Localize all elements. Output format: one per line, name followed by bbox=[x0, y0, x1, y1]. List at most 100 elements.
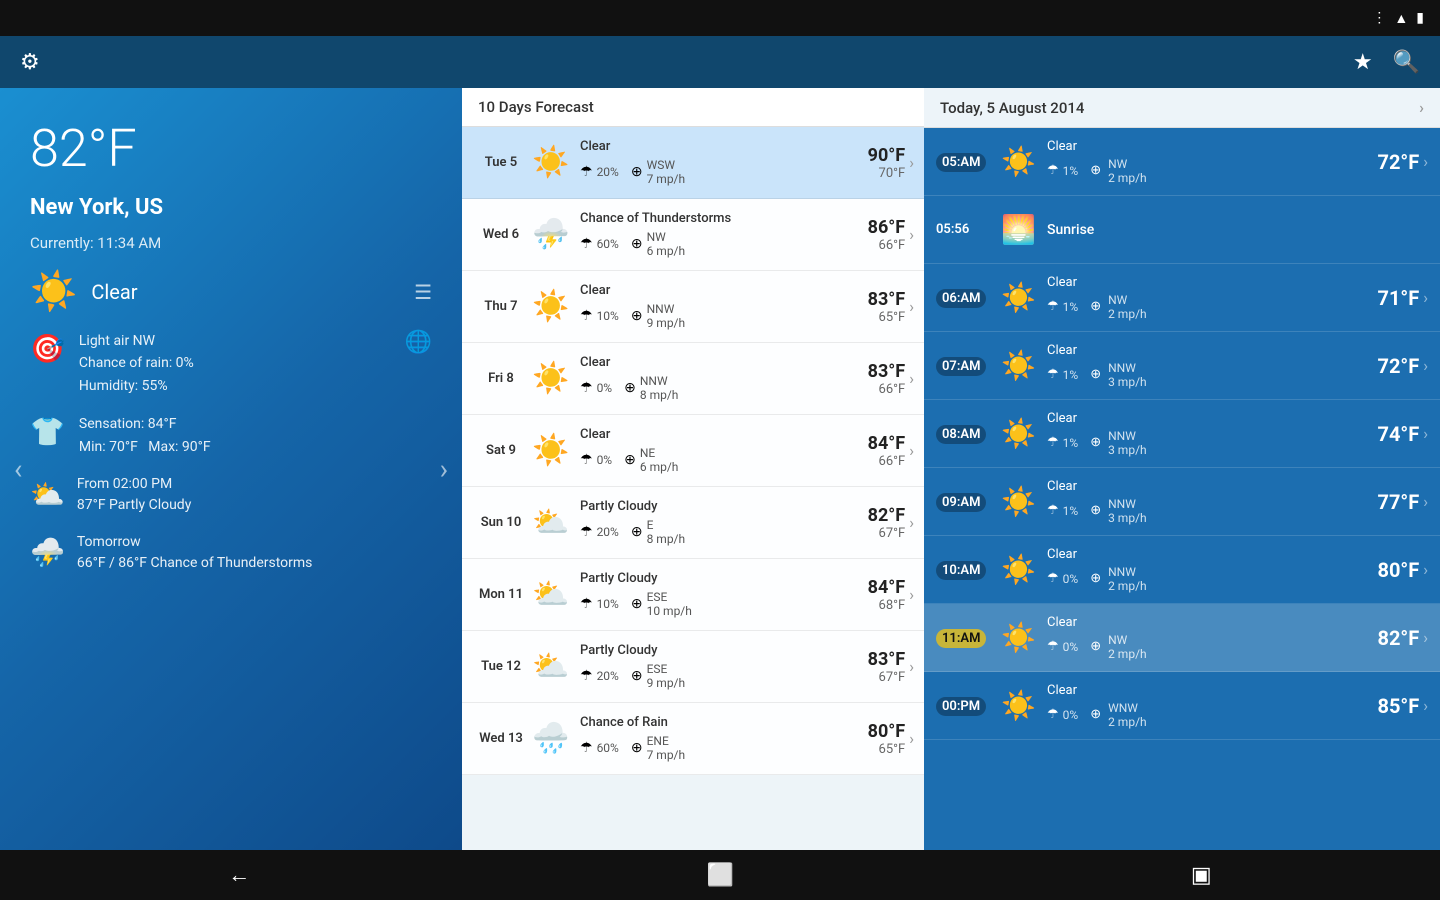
wind-icon: ⊕ bbox=[631, 740, 643, 756]
day-label: Sun 10 bbox=[472, 515, 530, 530]
forecast-desc: Partly Cloudy ☂ 10% ⊕ ESE10 mp/h bbox=[572, 571, 835, 618]
hourly-panel: Today, 5 August 2014 › 05:AM ☀️ Clear ☂ … bbox=[924, 88, 1440, 850]
hourly-expand-icon[interactable]: › bbox=[1419, 98, 1424, 117]
forecast-weather-icon: ⛅ bbox=[530, 505, 572, 540]
hourly-wind-icon: ⊕ bbox=[1090, 503, 1101, 518]
forecast-desc: Clear ☂ 10% ⊕ NNW9 mp/h bbox=[572, 283, 835, 330]
hourly-item[interactable]: 11:AM ☀️ Clear ☂ 0% ⊕ NW 2 mp/h 82°F › bbox=[924, 604, 1440, 672]
hourly-item[interactable]: 05:AM ☀️ Clear ☂ 1% ⊕ NW 2 mp/h 72°F › bbox=[924, 128, 1440, 196]
rain-icon: ☂ bbox=[580, 740, 593, 756]
hour-label: 07:AM bbox=[936, 355, 1001, 376]
hourly-list[interactable]: 05:AM ☀️ Clear ☂ 1% ⊕ NW 2 mp/h 72°F › 0… bbox=[924, 128, 1440, 850]
hourly-temp: 72°F bbox=[1354, 354, 1419, 378]
tomorrow-row: ⛈️ Tomorrow 66°F / 86°F Chance of Thunde… bbox=[30, 532, 432, 574]
settings-icon[interactable]: ⚙ bbox=[20, 50, 40, 75]
hourly-item[interactable]: 08:AM ☀️ Clear ☂ 1% ⊕ NNW 3 mp/h 74°F › bbox=[924, 400, 1440, 468]
recents-button[interactable]: ▣ bbox=[1171, 855, 1232, 896]
current-time: Currently: 11:34 AM bbox=[30, 234, 432, 252]
forecast-item[interactable]: Wed 13 🌧️ Chance of Rain ☂ 60% ⊕ ENE7 mp… bbox=[462, 703, 924, 775]
forecast-arrow: › bbox=[909, 441, 914, 460]
forecast-arrow: › bbox=[909, 225, 914, 244]
from-condition: 87°F Partly Cloudy bbox=[77, 495, 191, 516]
hourly-wind-icon: ⊕ bbox=[1090, 367, 1101, 382]
hourly-desc: Clear ☂ 1% ⊕ NW 2 mp/h bbox=[1041, 139, 1354, 185]
forecast-item[interactable]: Thu 7 ☀️ Clear ☂ 10% ⊕ NNW9 mp/h 83°F 65… bbox=[462, 271, 924, 343]
forecast-item[interactable]: Fri 8 ☀️ Clear ☂ 0% ⊕ NNW8 mp/h 83°F 66°… bbox=[462, 343, 924, 415]
forecast-item[interactable]: Sat 9 ☀️ Clear ☂ 0% ⊕ NE6 mp/h 84°F 66°F… bbox=[462, 415, 924, 487]
location-name: New York, US bbox=[30, 195, 432, 220]
from-time: From 02:00 PM bbox=[77, 474, 191, 495]
hourly-arrow: › bbox=[1423, 356, 1428, 375]
bluetooth-icon: ⋮ bbox=[1372, 10, 1386, 26]
tomorrow-label: Tomorrow bbox=[77, 532, 313, 553]
day-label: Tue 12 bbox=[472, 659, 530, 674]
forecast-temp: 84°F 68°F bbox=[835, 577, 905, 613]
hourly-desc: Clear ☂ 1% ⊕ NNW 3 mp/h bbox=[1041, 411, 1354, 457]
list-icon[interactable]: ☰ bbox=[414, 280, 432, 304]
forecast-item[interactable]: Mon 11 ⛅ Partly Cloudy ☂ 10% ⊕ ESE10 mp/… bbox=[462, 559, 924, 631]
forecast-item[interactable]: Tue 12 ⛅ Partly Cloudy ☂ 20% ⊕ ESE9 mp/h… bbox=[462, 631, 924, 703]
wind-icon: ⊕ bbox=[631, 308, 643, 324]
hourly-weather-icon: ☀️ bbox=[1001, 485, 1041, 518]
forecast-arrow: › bbox=[909, 369, 914, 388]
hourly-item[interactable]: 10:AM ☀️ Clear ☂ 0% ⊕ NNW 2 mp/h 80°F › bbox=[924, 536, 1440, 604]
hourly-item[interactable]: 09:AM ☀️ Clear ☂ 1% ⊕ NNW 3 mp/h 77°F › bbox=[924, 468, 1440, 536]
forecast-temp: 80°F 65°F bbox=[835, 721, 905, 757]
weather-icon-main: ☀️ bbox=[30, 270, 77, 314]
day-label: Wed 13 bbox=[472, 731, 530, 746]
hourly-arrow: › bbox=[1423, 492, 1428, 511]
main-layout: ‹ › 82°F New York, US Currently: 11:34 A… bbox=[0, 88, 1440, 850]
hourly-arrow: › bbox=[1423, 152, 1428, 171]
hourly-item[interactable]: 07:AM ☀️ Clear ☂ 1% ⊕ NNW 3 mp/h 72°F › bbox=[924, 332, 1440, 400]
hourly-wind-icon: ⊕ bbox=[1090, 571, 1101, 586]
battery-icon: ▮ bbox=[1416, 10, 1424, 26]
day-label: Tue 5 bbox=[472, 155, 530, 170]
home-button[interactable]: ⬜ bbox=[687, 855, 754, 896]
hourly-panel-header: Today, 5 August 2014 › bbox=[924, 88, 1440, 128]
forecast-panel-header: 10 Days Forecast bbox=[462, 88, 924, 127]
search-icon[interactable]: 🔍 bbox=[1393, 50, 1420, 75]
thunder-icon: ⛈️ bbox=[30, 536, 65, 569]
hour-label: 11:AM bbox=[936, 627, 1001, 648]
hour-label: 09:AM bbox=[936, 491, 1001, 512]
hourly-item[interactable]: 06:AM ☀️ Clear ☂ 1% ⊕ NW 2 mp/h 71°F › bbox=[924, 264, 1440, 332]
hourly-item[interactable]: 00:PM ☀️ Clear ☂ 0% ⊕ WNW 2 mp/h 85°F › bbox=[924, 672, 1440, 740]
hourly-rain-icon: ☂ bbox=[1047, 707, 1059, 722]
sensation-detail-row: 👕 Sensation: 84°F Min: 70°F Max: 90°F bbox=[30, 413, 432, 458]
hourly-rain-icon: ☂ bbox=[1047, 503, 1059, 518]
forecast-weather-icon: ☀️ bbox=[530, 433, 572, 468]
status-bar: ⋮ ▲ ▮ bbox=[0, 0, 1440, 36]
forecast-weather-icon: ⛅ bbox=[530, 649, 572, 684]
hourly-desc: Clear ☂ 1% ⊕ NNW 3 mp/h bbox=[1041, 479, 1354, 525]
rain-icon: ☂ bbox=[580, 380, 593, 396]
sunrise-icon: 🌅 bbox=[1001, 213, 1041, 246]
forecast-desc: Partly Cloudy ☂ 20% ⊕ ESE9 mp/h bbox=[572, 643, 835, 690]
forecast-weather-icon: ⛈️ bbox=[530, 217, 572, 252]
forecast-weather-icon: ☀️ bbox=[530, 145, 572, 180]
sunrise-time: 05:56 bbox=[936, 222, 1001, 237]
humidity: Humidity: 55% bbox=[79, 375, 194, 397]
hourly-rain-icon: ☂ bbox=[1047, 571, 1059, 586]
forecast-list[interactable]: Tue 5 ☀️ Clear ☂ 20% ⊕ WSW7 mp/h 90°F 70… bbox=[462, 127, 924, 850]
forecast-desc: Clear ☂ 20% ⊕ WSW7 mp/h bbox=[572, 139, 835, 186]
hourly-wind-icon: ⊕ bbox=[1090, 299, 1101, 314]
favorite-icon[interactable]: ★ bbox=[1353, 50, 1373, 75]
hour-label: 00:PM bbox=[936, 695, 1001, 716]
globe-icon[interactable]: 🌐 bbox=[405, 330, 432, 355]
forecast-item[interactable]: Tue 5 ☀️ Clear ☂ 20% ⊕ WSW7 mp/h 90°F 70… bbox=[462, 127, 924, 199]
forecast-item[interactable]: Wed 6 ⛈️ Chance of Thunderstorms ☂ 60% ⊕… bbox=[462, 199, 924, 271]
nav-arrow-right[interactable]: › bbox=[430, 443, 458, 496]
nav-arrow-left[interactable]: ‹ bbox=[4, 443, 32, 496]
hourly-wind-icon: ⊕ bbox=[1090, 707, 1101, 722]
hourly-desc: Clear ☂ 1% ⊕ NW 2 mp/h bbox=[1041, 275, 1354, 321]
forecast-weather-icon: 🌧️ bbox=[530, 721, 572, 756]
hourly-wind-icon: ⊕ bbox=[1090, 163, 1101, 178]
hourly-rain-icon: ☂ bbox=[1047, 299, 1059, 314]
forecast-temp: 83°F 65°F bbox=[835, 289, 905, 325]
forecast-arrow: › bbox=[909, 585, 914, 604]
rain-icon: ☂ bbox=[580, 236, 593, 252]
tomorrow-condition: 66°F / 86°F Chance of Thunderstorms bbox=[77, 553, 313, 574]
hourly-weather-icon: ☀️ bbox=[1001, 145, 1041, 178]
back-button[interactable]: ← bbox=[208, 854, 270, 896]
forecast-item[interactable]: Sun 10 ⛅ Partly Cloudy ☂ 20% ⊕ E8 mp/h 8… bbox=[462, 487, 924, 559]
